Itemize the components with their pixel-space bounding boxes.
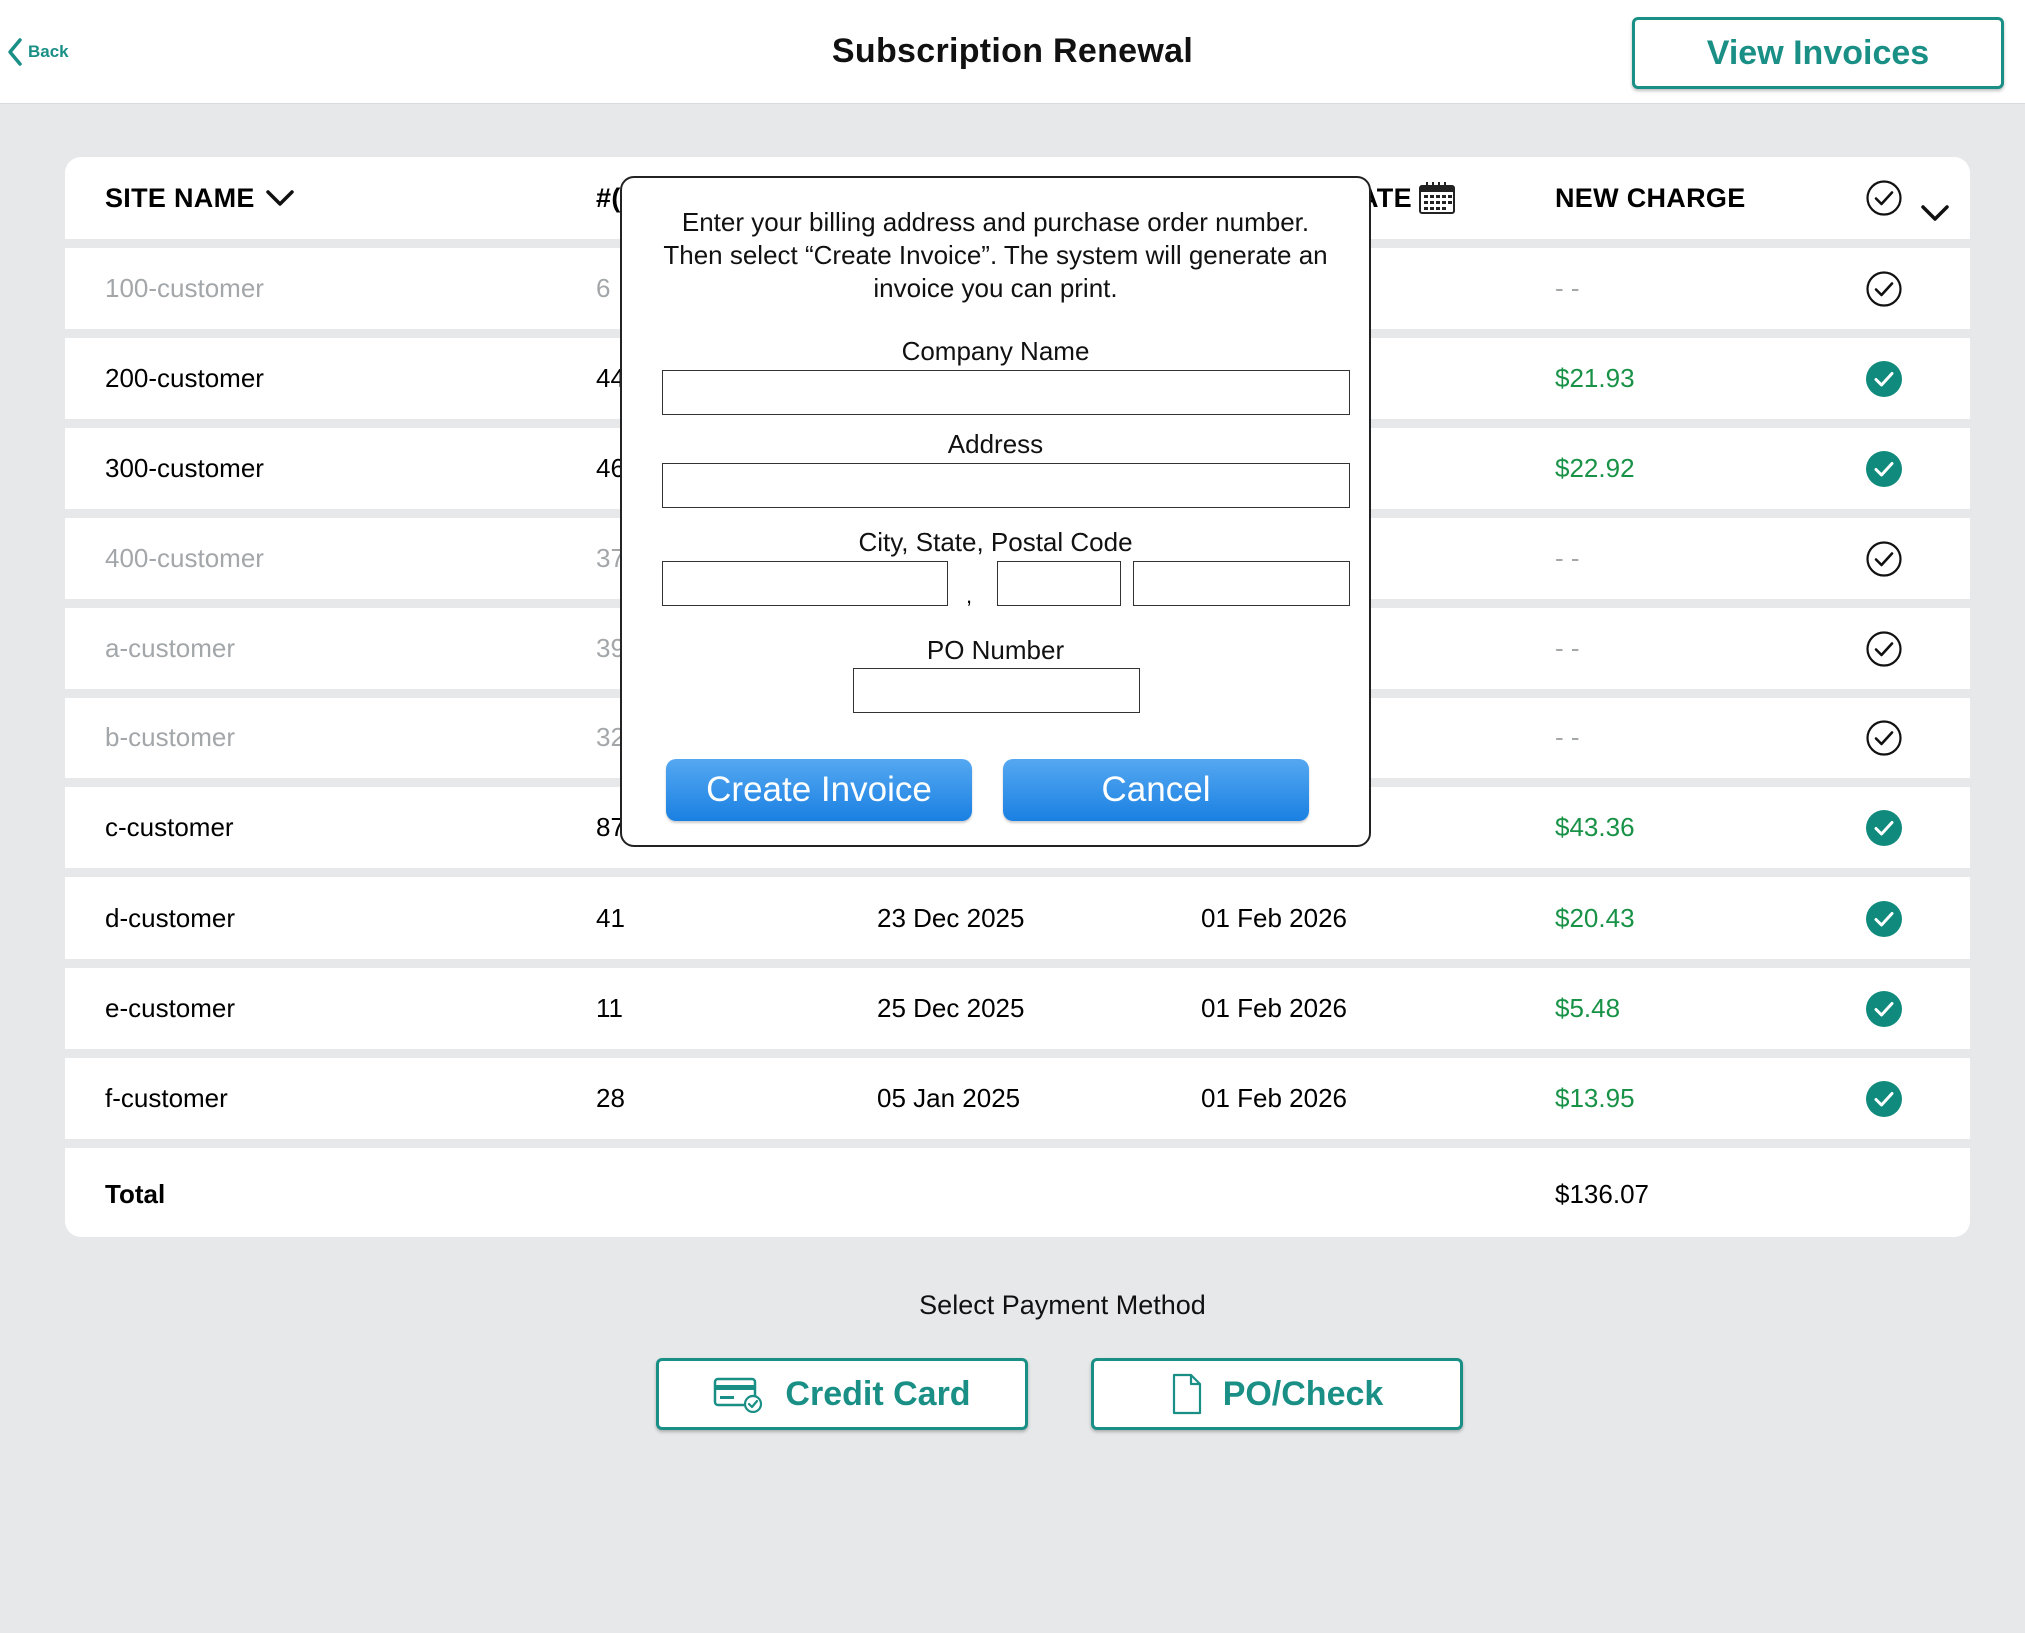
table-row[interactable]: f-customer 28 05 Jan 2025 01 Feb 2026 $13.95 xyxy=(65,1058,1970,1148)
check-circle-outline-icon xyxy=(1866,540,1902,577)
new-charge-cell: $22.92 xyxy=(1555,453,1635,483)
address-input[interactable] xyxy=(662,463,1350,508)
top-bar: Back Subscription Renewal View Invoices xyxy=(0,0,2025,104)
check-circle-filled-icon xyxy=(1866,450,1902,487)
site-name-cell: f-customer xyxy=(105,1083,228,1113)
site-name-cell: d-customer xyxy=(105,903,236,933)
select-all-checkbox[interactable] xyxy=(1865,157,1903,239)
check-circle-outline-icon xyxy=(1866,270,1902,307)
row-select-checkbox[interactable] xyxy=(1865,428,1903,509)
check-circle-outline-icon xyxy=(1866,180,1902,216)
site-name-cell: e-customer xyxy=(105,993,236,1023)
total-row: Total $136.07 xyxy=(65,1151,1970,1237)
row-select-checkbox[interactable] xyxy=(1865,878,1903,959)
payment-method-label: Select Payment Method xyxy=(919,1290,1206,1320)
check-circle-filled-icon xyxy=(1866,900,1902,937)
chevron-down-icon[interactable] xyxy=(1920,203,1950,223)
check-circle-filled-icon xyxy=(1866,360,1902,397)
check-circle-outline-icon xyxy=(1866,719,1902,756)
row-select-checkbox[interactable] xyxy=(1865,248,1903,329)
table-row[interactable]: d-customer 41 23 Dec 2025 01 Feb 2026 $20.43 xyxy=(65,878,1970,968)
state-input[interactable] xyxy=(997,561,1121,606)
table-row[interactable]: e-customer 11 25 Dec 2025 01 Feb 2026 $5.48 xyxy=(65,968,1970,1058)
start-date-cell: 23 Dec 2025 xyxy=(877,903,1025,933)
row-select-checkbox[interactable] xyxy=(1865,1058,1903,1139)
check-circle-filled-icon xyxy=(1866,990,1902,1027)
new-charge-cell: $20.43 xyxy=(1555,903,1635,933)
new-charge-header: NEW CHARGE xyxy=(1555,182,1746,213)
company-name-input[interactable] xyxy=(662,370,1350,415)
po-check-button[interactable]: PO/Check xyxy=(1091,1358,1463,1430)
po-check-label: PO/Check xyxy=(1222,1374,1384,1413)
count-cell: 11 xyxy=(596,993,623,1023)
city-state-postal-label: City, State, Postal Code xyxy=(858,527,1133,557)
document-icon xyxy=(1172,1373,1201,1415)
check-circle-outline-icon xyxy=(1866,630,1902,667)
site-name-cell: b-customer xyxy=(105,722,236,752)
row-select-checkbox[interactable] xyxy=(1865,697,1903,778)
new-charge-cell: $5.48 xyxy=(1555,993,1621,1023)
renewal-date-cell: 01 Feb 2026 xyxy=(1201,903,1348,933)
row-select-checkbox[interactable] xyxy=(1865,608,1903,689)
site-name-cell: 400-customer xyxy=(105,543,264,573)
calendar-icon xyxy=(1418,182,1455,214)
row-select-checkbox[interactable] xyxy=(1865,787,1903,868)
credit-card-button[interactable]: Credit Card xyxy=(656,1358,1028,1430)
start-date-cell: 05 Jan 2025 xyxy=(877,1083,1021,1113)
site-name-cell: c-customer xyxy=(105,812,234,842)
renewal-date-cell: 01 Feb 2026 xyxy=(1201,1083,1348,1113)
new-charge-cell: - - xyxy=(1555,543,1580,573)
cancel-button[interactable]: Cancel xyxy=(1003,759,1309,821)
view-invoices-button[interactable]: View Invoices xyxy=(1632,17,2004,89)
renewal-date-cell: 01 Feb 2026 xyxy=(1201,993,1348,1023)
check-circle-filled-icon xyxy=(1866,809,1902,846)
count-cell: 28 xyxy=(596,1083,625,1113)
credit-card-label: Credit Card xyxy=(785,1374,971,1413)
date-header[interactable]: ATE xyxy=(1359,157,1456,239)
site-name-cell: a-customer xyxy=(105,633,236,663)
count-cell: 41 xyxy=(596,903,625,933)
site-name-header-label: SITE NAME xyxy=(105,182,255,213)
site-name-cell: 300-customer xyxy=(105,453,264,483)
row-select-checkbox[interactable] xyxy=(1865,338,1903,419)
invoice-billing-dialog: Enter your billing address and purchase … xyxy=(620,176,1371,847)
site-name-cell: 100-customer xyxy=(105,273,264,303)
row-select-checkbox[interactable] xyxy=(1865,968,1903,1049)
new-charge-cell: - - xyxy=(1555,722,1580,752)
total-label: Total xyxy=(105,1178,166,1209)
site-name-cell: 200-customer xyxy=(105,363,264,393)
total-value: $136.07 xyxy=(1555,1178,1649,1209)
address-label: Address xyxy=(947,429,1044,459)
po-number-input[interactable] xyxy=(853,668,1140,713)
new-charge-cell: $43.36 xyxy=(1555,812,1635,842)
new-charge-cell: - - xyxy=(1555,273,1580,303)
postal-code-input[interactable] xyxy=(1133,561,1350,606)
new-charge-cell: $13.95 xyxy=(1555,1083,1635,1113)
start-date-cell: 25 Dec 2025 xyxy=(877,993,1025,1023)
new-charge-cell: - - xyxy=(1555,633,1580,663)
count-header: #( xyxy=(596,182,621,213)
po-number-label: PO Number xyxy=(926,635,1065,665)
comma-separator: , xyxy=(966,583,973,608)
create-invoice-button[interactable]: Create Invoice xyxy=(666,759,972,821)
company-name-label: Company Name xyxy=(901,336,1090,366)
check-circle-filled-icon xyxy=(1866,1080,1902,1117)
count-cell: 6 xyxy=(596,273,611,303)
chevron-down-icon xyxy=(265,190,294,206)
credit-card-icon xyxy=(714,1377,763,1413)
city-input[interactable] xyxy=(662,561,948,606)
row-select-checkbox[interactable] xyxy=(1865,518,1903,599)
site-name-sort-header[interactable]: SITE NAME xyxy=(105,157,295,239)
new-charge-cell: $21.93 xyxy=(1555,363,1635,393)
dialog-instructions: Enter your billing address and purchase … xyxy=(663,207,1328,303)
